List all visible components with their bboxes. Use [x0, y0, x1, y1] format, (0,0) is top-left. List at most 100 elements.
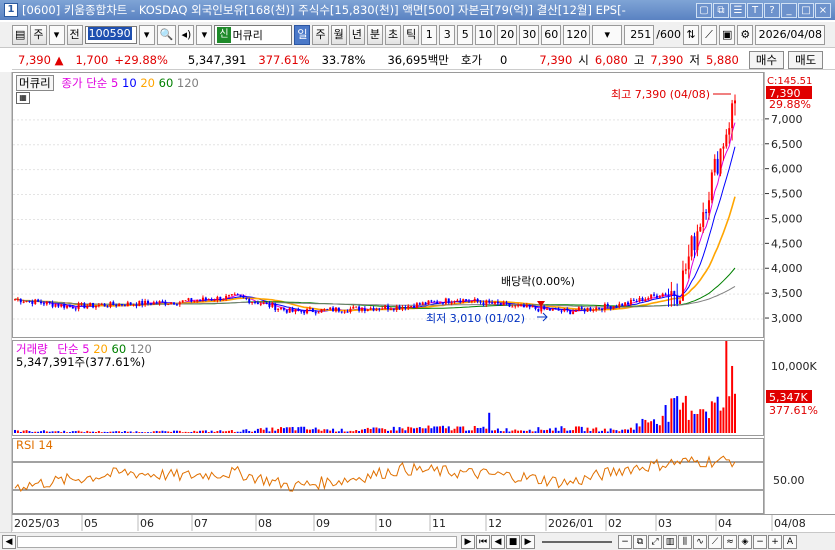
volume-bar	[705, 411, 708, 433]
chart-tool-icon[interactable]: ⇅	[682, 24, 699, 45]
font-icon[interactable]: T	[747, 2, 763, 18]
chart-menu-icon[interactable]: ▤	[12, 24, 29, 45]
speed-slider[interactable]	[542, 540, 612, 543]
rewind-button[interactable]: ⏮	[476, 534, 490, 549]
rsi-pane[interactable]	[12, 438, 764, 514]
sell-button[interactable]: 매도	[788, 50, 824, 69]
interval-1[interactable]: 1	[421, 24, 438, 45]
tab-tick[interactable]: 틱	[403, 24, 420, 45]
tab-minute[interactable]: 분	[366, 24, 383, 45]
prev-button[interactable]: ◀	[491, 534, 505, 549]
copy-icon[interactable]: ⧉	[713, 2, 729, 18]
volume-bar	[505, 428, 508, 433]
candle-body	[227, 295, 230, 297]
tab-day[interactable]: 일	[294, 24, 311, 45]
code-dropdown-icon[interactable]: ▾	[138, 24, 155, 45]
chart-grid-icon[interactable]: ▦	[16, 92, 30, 104]
volume-bar	[141, 432, 144, 433]
candle-body	[236, 294, 239, 296]
minimize-icon[interactable]: _	[781, 2, 797, 18]
wave-icon[interactable]: ≈	[723, 534, 737, 549]
volume-bar	[77, 430, 80, 433]
scrollbar-track	[18, 536, 456, 547]
interval-5[interactable]: 5	[457, 24, 474, 45]
interval-dropdown-icon[interactable]: ▾	[592, 24, 623, 45]
scroll-right-button[interactable]: ▶	[461, 534, 475, 549]
date-input[interactable]: 2026/04/08	[755, 24, 826, 45]
candle-body	[389, 309, 392, 311]
volume-bar	[690, 410, 693, 433]
volume-bar	[476, 428, 479, 433]
period-type-select[interactable]: 주	[30, 24, 47, 45]
y-tick-label: 4,500	[771, 237, 803, 250]
line-icon[interactable]: ∿	[693, 534, 707, 549]
candle-body	[349, 308, 352, 312]
help-icon[interactable]: ?	[764, 2, 780, 18]
candle-body	[337, 307, 340, 312]
rsi-legend[interactable]: RSI 14	[16, 438, 53, 452]
restore-icon[interactable]: ▢	[696, 2, 712, 18]
chart-type-icon[interactable]: ▥	[663, 534, 677, 549]
stock-name-field[interactable]: 신 머큐리	[214, 24, 293, 45]
period-dropdown-icon[interactable]: ▾	[48, 24, 65, 45]
play-button[interactable]: ▶	[521, 534, 535, 549]
save-icon[interactable]: ▣	[718, 24, 736, 45]
settings-gear-icon[interactable]: ⚙	[737, 24, 754, 45]
candle-count-input[interactable]: 251	[624, 24, 655, 45]
marker-icon[interactable]: ◈	[738, 534, 752, 549]
candle-icon[interactable]: ⫼	[678, 534, 692, 549]
interval-20[interactable]: 20	[497, 24, 518, 45]
volume-bar	[308, 429, 311, 433]
candle-body	[135, 304, 138, 307]
interval-3[interactable]: 3	[439, 24, 456, 45]
volume-bar	[40, 431, 43, 433]
horizontal-scrollbar[interactable]	[17, 535, 457, 548]
zoom-minus-button[interactable]: −	[753, 534, 767, 549]
candle-body	[199, 300, 202, 302]
zoom-out-button[interactable]: −	[618, 534, 632, 549]
volume-bar	[164, 431, 167, 433]
volume-bar	[540, 429, 543, 433]
stop-button[interactable]: ■	[506, 534, 520, 549]
draw-tool-icon[interactable]: ⟋	[700, 24, 717, 45]
volume-bar	[68, 432, 71, 433]
copy-chart-icon[interactable]: ⧉	[633, 534, 647, 549]
candle-body	[574, 310, 577, 312]
trend-icon[interactable]: ⟋	[708, 534, 722, 549]
tab-week[interactable]: 주	[312, 24, 329, 45]
interval-60[interactable]: 60	[541, 24, 562, 45]
volume-bar	[392, 426, 395, 433]
candle-body	[28, 301, 31, 303]
auto-scale-button[interactable]: A	[783, 534, 797, 549]
interval-30[interactable]: 30	[519, 24, 540, 45]
volume-bar	[661, 415, 664, 433]
period-label-button[interactable]: 전	[66, 24, 83, 45]
candle-body	[19, 299, 22, 303]
maximize-icon[interactable]: □	[798, 2, 814, 18]
trade-amount: 36,695백만	[387, 52, 449, 67]
close-icon[interactable]: ×	[815, 2, 831, 18]
buy-button[interactable]: 매수	[748, 50, 785, 69]
tab-second[interactable]: 초	[384, 24, 402, 45]
nav-dropdown-icon[interactable]: ▾	[196, 24, 213, 45]
candle-body	[548, 308, 551, 311]
speaker-icon[interactable]: ◂)	[178, 24, 195, 45]
volume-bar	[641, 418, 644, 433]
price-pane[interactable]: 최고 7,390 (04/08) 최저 3,010 (01/02) 배당락(0.00…	[12, 72, 764, 338]
tab-year[interactable]: 년	[348, 24, 365, 45]
candle-body	[366, 309, 369, 311]
volume-bar	[612, 429, 615, 433]
interval-120[interactable]: 120	[563, 24, 591, 45]
list-icon[interactable]: ☰	[730, 2, 746, 18]
volume-bar	[389, 430, 392, 433]
legend-stock-name[interactable]: 머큐리	[16, 75, 54, 91]
zoom-plus-button[interactable]: +	[768, 534, 782, 549]
candle-body	[268, 303, 271, 307]
fit-icon[interactable]: ⤢	[648, 534, 662, 549]
tab-month[interactable]: 월	[330, 24, 347, 45]
search-icon[interactable]: 🔍	[156, 24, 177, 45]
interval-10[interactable]: 10	[475, 24, 496, 45]
volume-bar	[259, 428, 262, 433]
scroll-left-button[interactable]: ◀	[2, 534, 16, 549]
stock-code-input[interactable]: 100590	[84, 25, 137, 44]
